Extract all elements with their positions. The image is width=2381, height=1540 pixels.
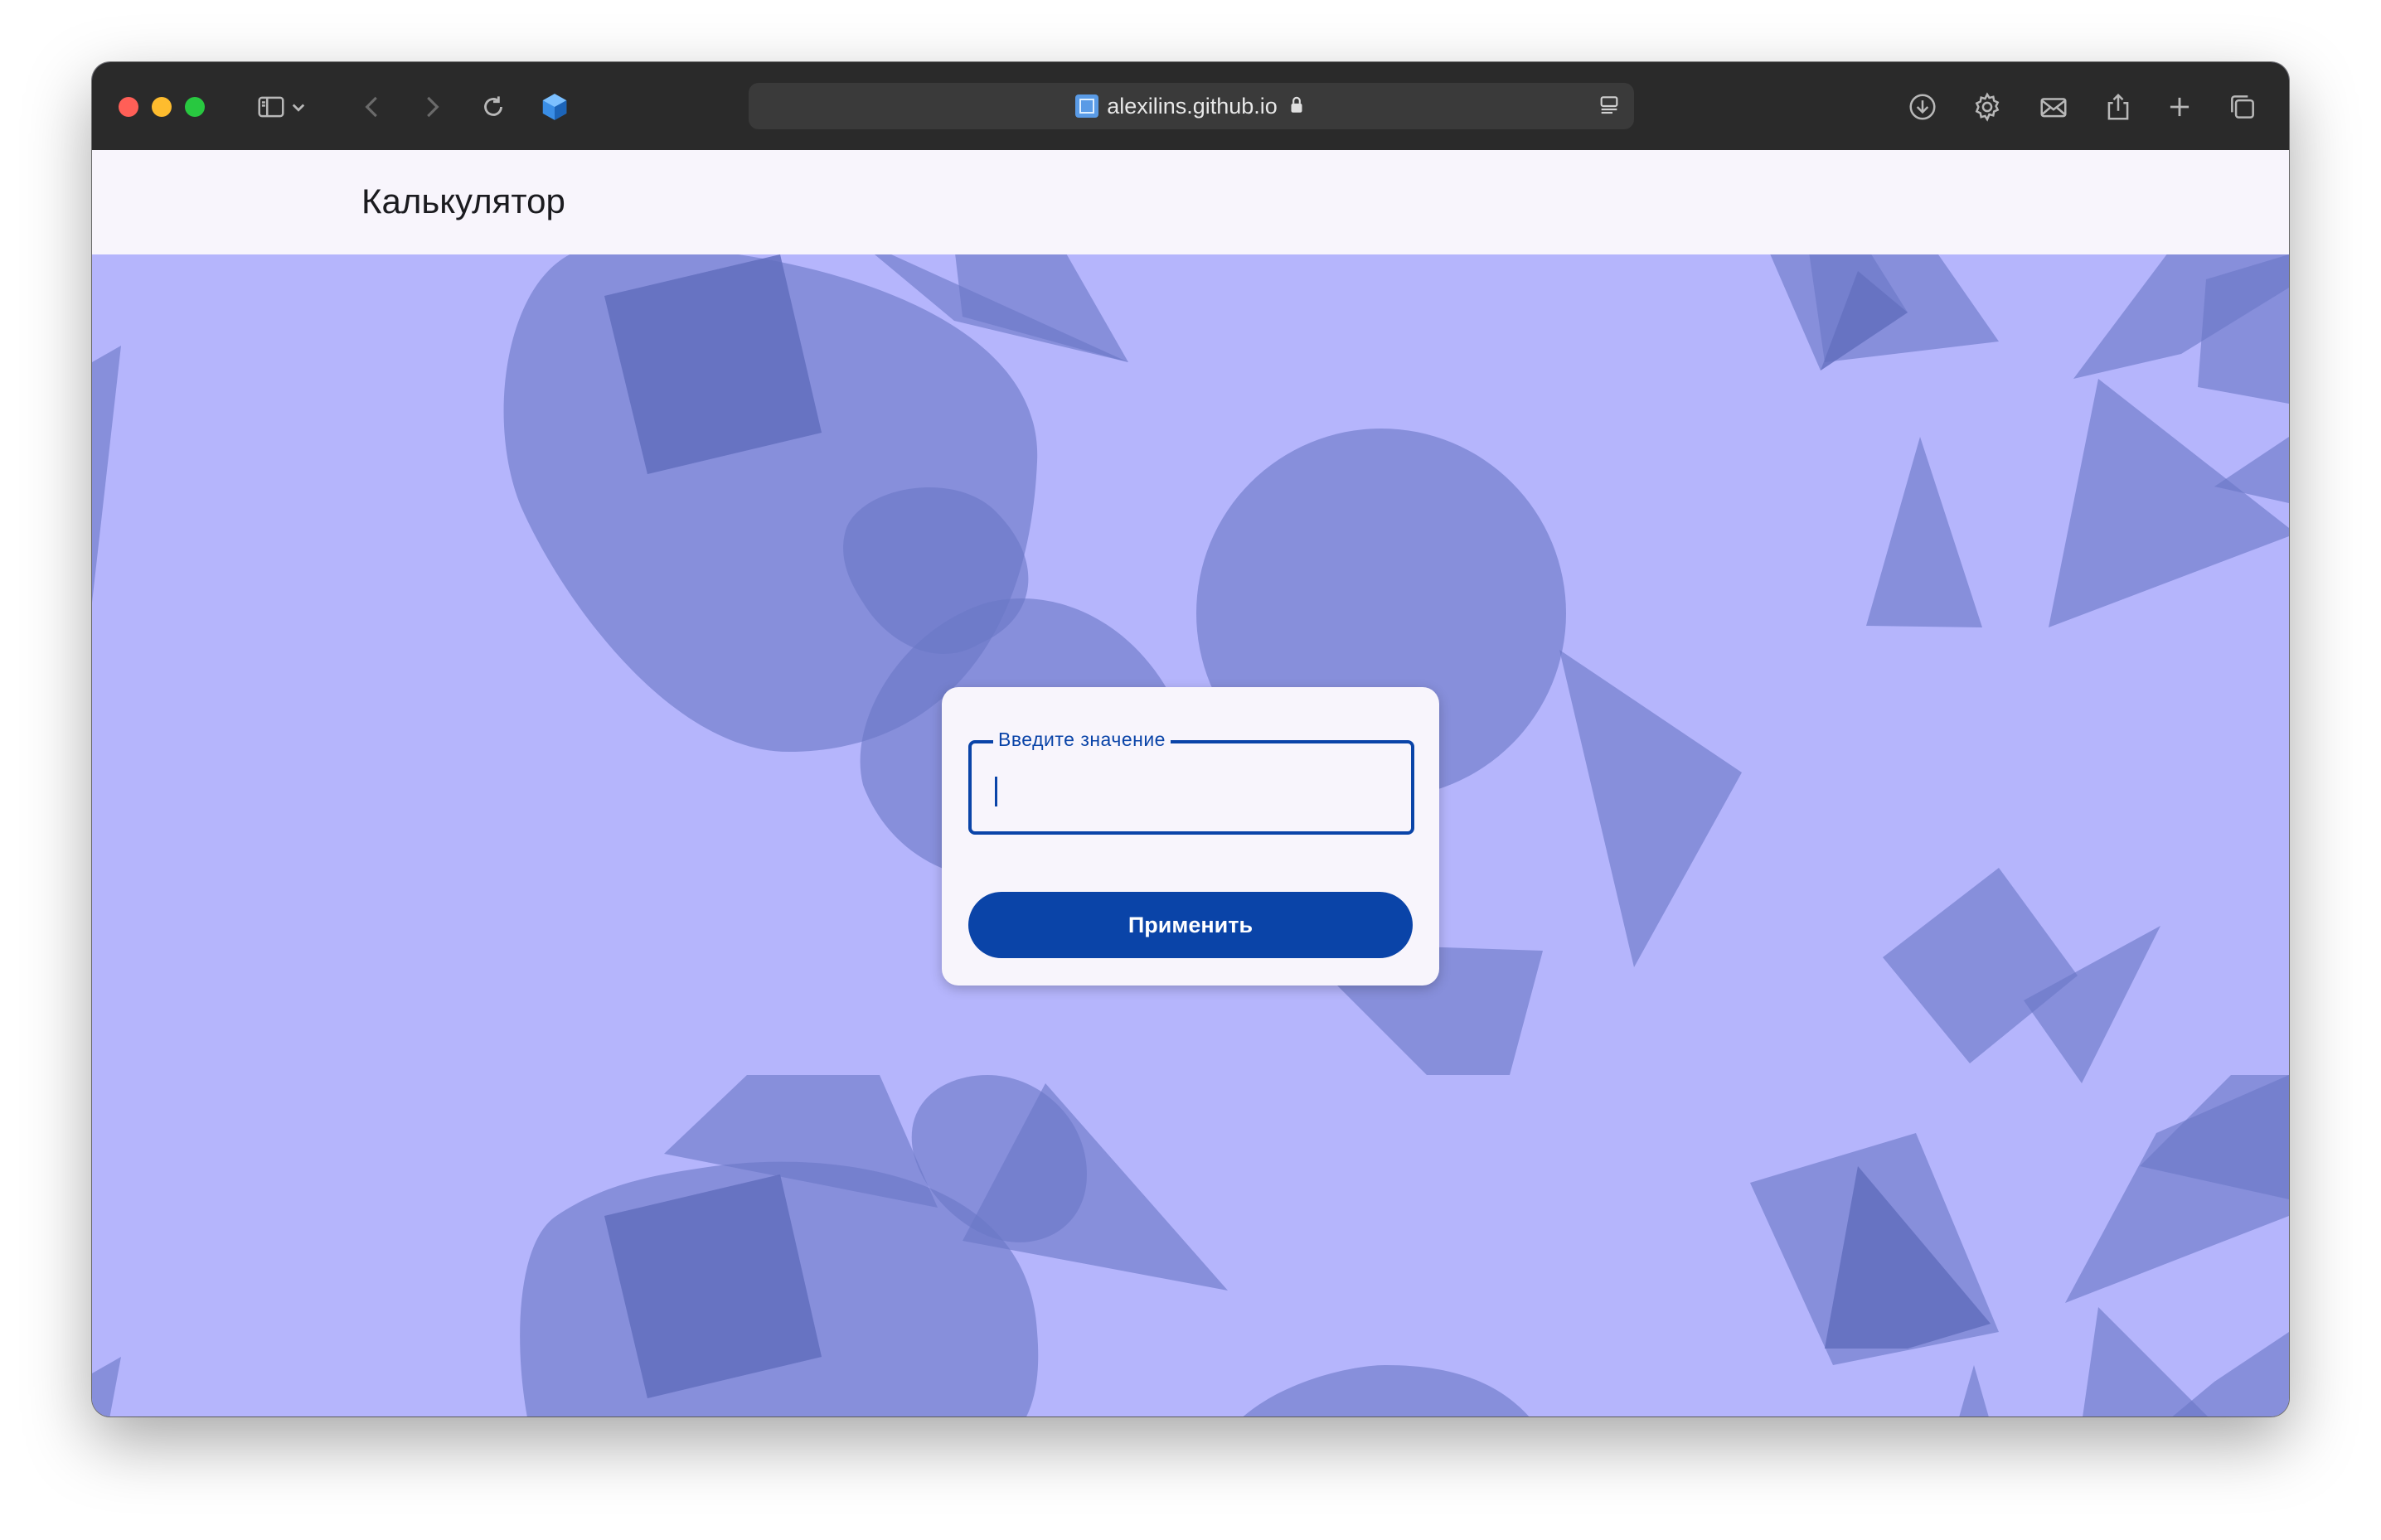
browser-window: alexilins.github.io Калькулятор Введите …	[92, 62, 2289, 1417]
apply-button[interactable]: Применить	[968, 892, 1413, 958]
lock-icon	[1286, 94, 1307, 119]
back-icon[interactable]	[352, 87, 392, 127]
plus-icon[interactable]	[2160, 87, 2199, 127]
calculator-card: Введите значение Применить	[942, 687, 1439, 986]
download-icon[interactable]	[1903, 87, 1942, 127]
chevron-down-icon[interactable]	[286, 87, 311, 127]
zoom-window-button[interactable]	[185, 97, 205, 117]
mail-icon[interactable]	[2034, 87, 2073, 127]
browser-toolbar: alexilins.github.io	[92, 62, 2289, 151]
sidebar-icon[interactable]	[251, 87, 291, 127]
site-favicon	[1075, 94, 1099, 118]
address-bar[interactable]: alexilins.github.io	[749, 83, 1634, 129]
close-window-button[interactable]	[119, 97, 138, 117]
value-input[interactable]	[972, 743, 1403, 823]
app-bar: Калькулятор	[92, 150, 2289, 254]
value-input-label: Введите значение	[993, 729, 1171, 751]
url-text: alexilins.github.io	[1107, 93, 1278, 119]
page-content: Введите значение Применить	[92, 254, 2289, 1417]
tabs-overview-icon[interactable]	[2223, 87, 2262, 127]
extension-cube-icon[interactable]	[535, 87, 575, 127]
reload-icon[interactable]	[473, 87, 513, 127]
gear-icon[interactable]	[1967, 87, 2007, 127]
forward-icon[interactable]	[412, 87, 452, 127]
share-icon[interactable]	[2098, 87, 2138, 127]
reader-icon[interactable]	[1596, 93, 1622, 123]
page-title: Калькулятор	[361, 182, 565, 220]
minimize-window-button[interactable]	[152, 97, 172, 117]
text-cursor	[995, 777, 997, 806]
